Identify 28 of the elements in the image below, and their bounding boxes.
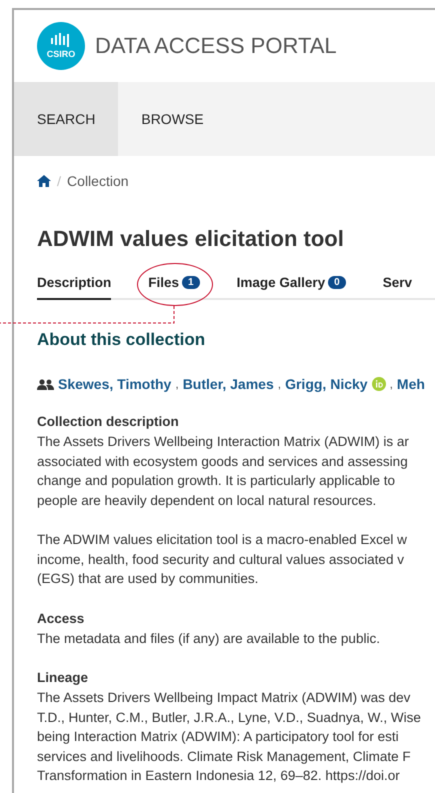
tab[interactable]: Description [37,269,112,300]
tab[interactable]: Serv [382,269,412,300]
breadcrumb-item: Collection [67,173,129,189]
nav-item[interactable]: BROWSE [118,82,227,156]
comma-separator: , [390,377,393,391]
bars-icon [50,33,72,47]
comma-separator: , [175,377,179,391]
tab[interactable]: Image Gallery 0 [236,269,346,300]
paragraph: The ADWIM values elicitation tool is a macro-enabled Excel w income, health, food security and cultural values associated v (EGS) that are used by communities. [37,531,408,588]
paragraph: The Assets Drivers Wellbeing Interaction Matrix (ADWIM) is ar associated with ecosystem goods and services and assessing change and population growth. It is particularly applicable to people are heavily dependent on local natural resources. [37,433,410,510]
author-link[interactable]: Grigg, Nicky [285,376,368,392]
section-label: Collection description [37,413,180,431]
section-heading: About this collection [37,330,206,350]
author-link[interactable]: Butler, James [182,376,274,392]
comma-separator: , [278,377,282,391]
section-label: Lineage [37,669,90,687]
breadcrumb-separator: / [57,174,62,188]
home-icon[interactable] [37,175,51,187]
site-title: DATA ACCESS PORTAL [95,33,337,59]
author-link[interactable]: Meh [396,376,425,392]
page-title: ADWIM values elicitation tool [37,226,345,252]
people-icon [37,378,54,390]
paragraph: The Assets Drivers Wellbeing Impact Matrix (ADWIM) was dev T.D., Hunter, C.M., Butler, J.R.A., Lyne, V.D., Suadnya, W., Wise being Interaction Matrix (ADWIM): A participatory tool for esti services and livelihoods. Climate Risk Management, Climate F Transformation in Eastern Indonesia 12, 69–82. https://doi.or [37,689,422,785]
section-label: Access [37,610,86,628]
author-link[interactable]: Skewes, Timothy [58,376,172,392]
paragraph: The metadata and files (if any) are available to the public. [37,630,381,648]
tab[interactable]: Files 1 [148,269,200,300]
nav-item[interactable]: SEARCH [14,82,118,156]
